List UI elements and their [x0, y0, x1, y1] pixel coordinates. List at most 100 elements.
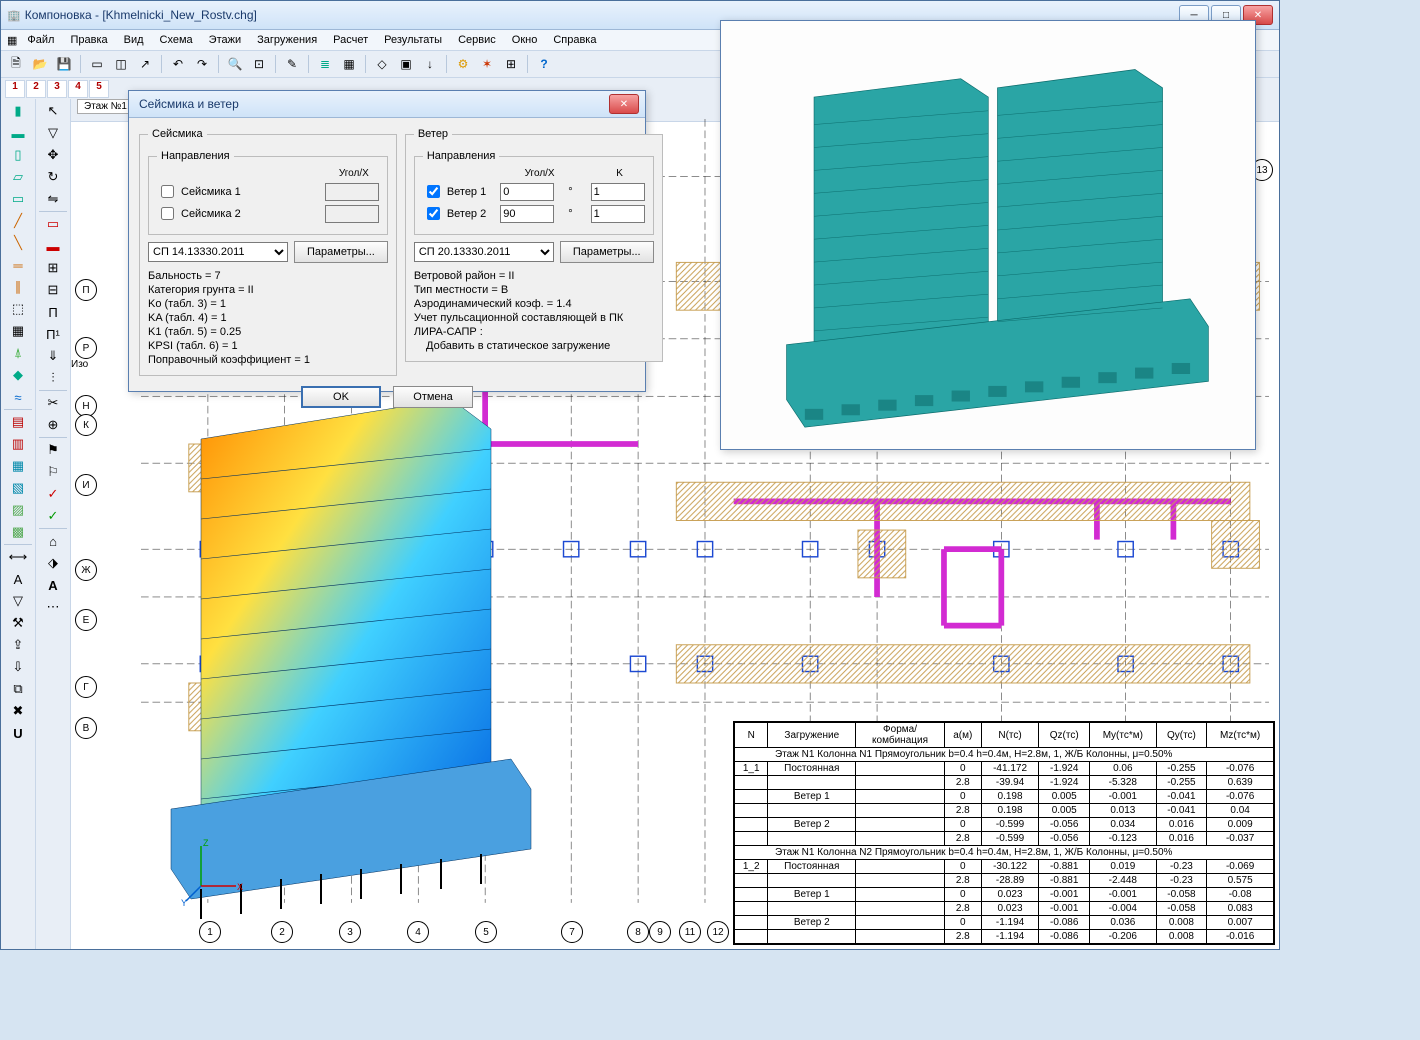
results-icon[interactable]: ✶ — [476, 53, 498, 75]
rect2-icon[interactable]: ▬ — [42, 236, 64, 256]
check-icon[interactable]: ✓ — [42, 484, 64, 504]
column-icon[interactable]: ▯ — [7, 145, 29, 165]
axis-a-icon[interactable]: A — [42, 575, 64, 595]
export-icon[interactable]: ⇪ — [7, 635, 29, 655]
seismic-code-select[interactable]: СП 14.13330.2011 — [148, 242, 288, 262]
solid-icon[interactable]: ◆ — [7, 365, 29, 385]
save-icon[interactable]: 💾 — [53, 53, 75, 75]
menu-loads[interactable]: Загружения — [251, 32, 323, 48]
seismic1-angle[interactable] — [325, 183, 379, 201]
wind2-k[interactable] — [591, 205, 645, 223]
menu-file[interactable]: Файл — [21, 32, 60, 48]
menu-view[interactable]: Вид — [118, 32, 150, 48]
arrow-icon[interactable]: ⇓ — [42, 346, 64, 366]
water-icon[interactable]: ≈ — [7, 387, 29, 407]
check2-icon[interactable]: ✓ — [42, 506, 64, 526]
flag-icon[interactable]: ⚑ — [42, 440, 64, 460]
menu-window[interactable]: Окно — [506, 32, 544, 48]
text2-icon[interactable]: П — [42, 302, 64, 322]
pencil-icon[interactable]: ✎ — [281, 53, 303, 75]
dialog-close-button[interactable]: ✕ — [609, 94, 639, 114]
wind1-checkbox[interactable] — [427, 185, 440, 198]
menu-calc[interactable]: Расчет — [327, 32, 374, 48]
redo-icon[interactable]: ↷ — [191, 53, 213, 75]
move-icon[interactable]: ✥ — [42, 145, 64, 165]
node-icon[interactable]: ◇ — [371, 53, 393, 75]
lasso-icon[interactable]: ◫ — [110, 53, 132, 75]
pick-icon[interactable]: ↗ — [134, 53, 156, 75]
mirror-icon[interactable]: ⇋ — [42, 189, 64, 209]
arrows-icon[interactable]: ⫶ — [42, 368, 64, 388]
new-icon[interactable]: 🗎 — [5, 53, 27, 75]
view-e-icon[interactable]: ▨ — [7, 500, 29, 520]
element-icon[interactable]: ▣ — [395, 53, 417, 75]
glue-icon[interactable]: ⊕ — [42, 415, 64, 435]
grid-icon[interactable]: ▦ — [338, 53, 360, 75]
seismic-params-button[interactable]: Параметры... — [294, 241, 388, 263]
view-d-icon[interactable]: ▧ — [7, 478, 29, 498]
hatch3-icon[interactable]: ⊟ — [42, 280, 64, 300]
wind1-angle[interactable] — [500, 183, 554, 201]
delete-icon[interactable]: ✖ — [7, 701, 29, 721]
menu-floors[interactable]: Этажи — [203, 32, 247, 48]
zoom-in-icon[interactable]: 🔍 — [224, 53, 246, 75]
slab-icon[interactable]: ▱ — [7, 167, 29, 187]
open-icon[interactable]: 📂 — [29, 53, 51, 75]
menu-service[interactable]: Сервис — [452, 32, 502, 48]
flag2-icon[interactable]: ⚐ — [42, 462, 64, 482]
app-menu-icon[interactable]: ▦ — [7, 34, 17, 47]
copy2-icon[interactable]: ⧉ — [7, 679, 29, 699]
house2-icon[interactable]: ⬗ — [42, 553, 64, 573]
undo-icon[interactable]: ↶ — [167, 53, 189, 75]
more-icon[interactable]: ⋯ — [42, 597, 64, 617]
text-icon[interactable]: A — [7, 569, 29, 589]
run-icon[interactable]: ⚙ — [452, 53, 474, 75]
view-a-icon[interactable]: ▤ — [7, 412, 29, 432]
house-icon[interactable]: ⌂ — [42, 531, 64, 551]
hatch2-icon[interactable]: ⊞ — [42, 258, 64, 278]
wind-params-button[interactable]: Параметры... — [560, 241, 654, 263]
zoom-fit-icon[interactable]: ⊡ — [248, 53, 270, 75]
seismic2-checkbox[interactable] — [161, 207, 174, 220]
rect-icon[interactable]: ▭ — [42, 214, 64, 234]
slab2-icon[interactable]: ▭ — [7, 189, 29, 209]
line2-icon[interactable]: ╲ — [7, 233, 29, 253]
line4-icon[interactable]: ∥ — [7, 277, 29, 297]
view-c-icon[interactable]: ▦ — [7, 456, 29, 476]
beam-icon[interactable]: ▬ — [7, 123, 29, 143]
ok-button[interactable]: OK — [301, 386, 381, 408]
seismic2-angle[interactable] — [325, 205, 379, 223]
rotate-icon[interactable]: ↻ — [42, 167, 64, 187]
load-icon[interactable]: ↓ — [419, 53, 441, 75]
menu-results[interactable]: Результаты — [378, 32, 448, 48]
settings-icon[interactable]: ⚒ — [7, 613, 29, 633]
u-icon[interactable]: U — [7, 723, 29, 743]
line-icon[interactable]: ╱ — [7, 211, 29, 231]
select-icon[interactable]: ▭ — [86, 53, 108, 75]
wind1-k[interactable] — [591, 183, 645, 201]
numtab-5[interactable]: 5 — [89, 80, 109, 98]
seismic1-checkbox[interactable] — [161, 185, 174, 198]
render3d-window[interactable] — [720, 20, 1256, 450]
filter2-icon[interactable]: ▽ — [42, 123, 64, 143]
cut-tool-icon[interactable]: ⬚ — [7, 299, 29, 319]
numtab-2[interactable]: 2 — [26, 80, 46, 98]
hatch-icon[interactable]: ▦ — [7, 321, 29, 341]
wall-icon[interactable]: ▮ — [7, 101, 29, 121]
text3-icon[interactable]: П¹ — [42, 324, 64, 344]
wind2-checkbox[interactable] — [427, 207, 440, 220]
scissors-icon[interactable]: ✂ — [42, 393, 64, 413]
numtab-4[interactable]: 4 — [68, 80, 88, 98]
view-f-icon[interactable]: ▩ — [7, 522, 29, 542]
menu-scheme[interactable]: Схема — [154, 32, 199, 48]
numtab-1[interactable]: 1 — [5, 80, 25, 98]
dim-icon[interactable]: ⟷ — [7, 547, 29, 567]
pointer-icon[interactable]: ↖ — [42, 101, 64, 121]
line3-icon[interactable]: ═ — [7, 255, 29, 275]
cancel-button[interactable]: Отмена — [393, 386, 473, 408]
layers-icon[interactable]: ≣ — [314, 53, 336, 75]
tree-icon[interactable]: ⍋ — [7, 343, 29, 363]
table-icon[interactable]: ⊞ — [500, 53, 522, 75]
filter-icon[interactable]: ▽ — [7, 591, 29, 611]
numtab-3[interactable]: 3 — [47, 80, 67, 98]
